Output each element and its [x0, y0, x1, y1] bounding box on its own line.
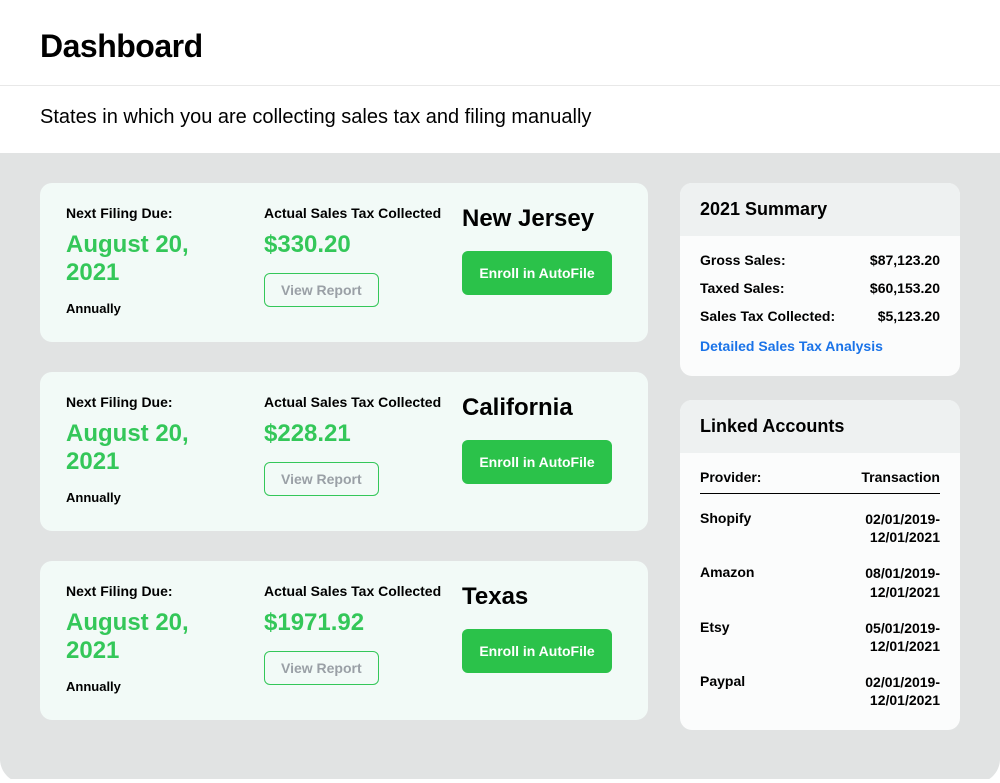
- collected-amount: $228.21: [264, 420, 444, 448]
- summary-label: Taxed Sales:: [700, 280, 785, 296]
- provider-name: Etsy: [700, 619, 730, 635]
- provider-name: Amazon: [700, 564, 754, 580]
- next-filing-block: Next Filing Due: August 20, 2021 Annuall…: [66, 205, 246, 316]
- collected-label: Actual Sales Tax Collected: [264, 394, 444, 410]
- summary-row: Taxed Sales: $60,153.20: [700, 280, 940, 296]
- linked-accounts-title: Linked Accounts: [680, 400, 960, 453]
- summary-body: Gross Sales: $87,123.20 Taxed Sales: $60…: [680, 236, 960, 376]
- head-transaction: Transaction: [861, 469, 940, 485]
- next-filing-block: Next Filing Due: August 20, 2021 Annuall…: [66, 583, 246, 694]
- state-action-block: Texas Enroll in AutoFile: [462, 583, 622, 673]
- transaction-range: 05/01/2019-12/01/2021: [865, 619, 940, 655]
- page-title: Dashboard: [40, 28, 960, 65]
- content-area: Next Filing Due: August 20, 2021 Annuall…: [0, 153, 1000, 779]
- filing-period: Annually: [66, 301, 246, 316]
- linked-row: Paypal 02/01/2019-12/01/2021: [700, 673, 940, 709]
- collected-label: Actual Sales Tax Collected: [264, 583, 444, 599]
- state-card-california: Next Filing Due: August 20, 2021 Annuall…: [40, 372, 648, 531]
- summary-label: Sales Tax Collected:: [700, 308, 835, 324]
- subtitle: States in which you are collecting sales…: [40, 106, 960, 129]
- next-filing-date: August 20, 2021: [66, 420, 246, 476]
- collected-block: Actual Sales Tax Collected $1971.92 View…: [264, 583, 444, 685]
- transaction-range: 02/01/2019-12/01/2021: [865, 510, 940, 546]
- collected-label: Actual Sales Tax Collected: [264, 205, 444, 221]
- state-card-texas: Next Filing Due: August 20, 2021 Annuall…: [40, 561, 648, 720]
- state-name: California: [462, 394, 622, 422]
- state-name: Texas: [462, 583, 622, 611]
- summary-title: 2021 Summary: [680, 183, 960, 236]
- summary-card: 2021 Summary Gross Sales: $87,123.20 Tax…: [680, 183, 960, 376]
- next-filing-date: August 20, 2021: [66, 609, 246, 665]
- next-filing-label: Next Filing Due:: [66, 583, 246, 599]
- state-name: New Jersey: [462, 205, 622, 233]
- next-filing-label: Next Filing Due:: [66, 205, 246, 221]
- transaction-range: 08/01/2019-12/01/2021: [865, 564, 940, 600]
- state-action-block: California Enroll in AutoFile: [462, 394, 622, 484]
- enroll-autofile-button[interactable]: Enroll in AutoFile: [462, 440, 612, 484]
- view-report-button[interactable]: View Report: [264, 273, 379, 307]
- linked-row: Etsy 05/01/2019-12/01/2021: [700, 619, 940, 655]
- collected-block: Actual Sales Tax Collected $228.21 View …: [264, 394, 444, 496]
- view-report-button[interactable]: View Report: [264, 462, 379, 496]
- collected-amount: $1971.92: [264, 609, 444, 637]
- provider-name: Paypal: [700, 673, 745, 689]
- summary-row: Sales Tax Collected: $5,123.20: [700, 308, 940, 324]
- next-filing-label: Next Filing Due:: [66, 394, 246, 410]
- state-card-new-jersey: Next Filing Due: August 20, 2021 Annuall…: [40, 183, 648, 342]
- detailed-analysis-link[interactable]: Detailed Sales Tax Analysis: [700, 338, 883, 354]
- linked-accounts-card: Linked Accounts Provider: Transaction Sh…: [680, 400, 960, 730]
- state-action-block: New Jersey Enroll in AutoFile: [462, 205, 622, 295]
- states-column: Next Filing Due: August 20, 2021 Annuall…: [40, 183, 648, 739]
- filing-period: Annually: [66, 490, 246, 505]
- summary-value: $60,153.20: [870, 280, 940, 296]
- head-provider: Provider:: [700, 469, 761, 485]
- next-filing-date: August 20, 2021: [66, 231, 246, 287]
- header: Dashboard: [0, 0, 1000, 86]
- linked-row: Amazon 08/01/2019-12/01/2021: [700, 564, 940, 600]
- linked-table-head: Provider: Transaction: [700, 469, 940, 494]
- provider-name: Shopify: [700, 510, 751, 526]
- collected-amount: $330.20: [264, 231, 444, 259]
- sidebar-column: 2021 Summary Gross Sales: $87,123.20 Tax…: [680, 183, 960, 739]
- app-window: Dashboard States in which you are collec…: [0, 0, 1000, 783]
- enroll-autofile-button[interactable]: Enroll in AutoFile: [462, 251, 612, 295]
- enroll-autofile-button[interactable]: Enroll in AutoFile: [462, 629, 612, 673]
- summary-value: $87,123.20: [870, 252, 940, 268]
- view-report-button[interactable]: View Report: [264, 651, 379, 685]
- summary-value: $5,123.20: [878, 308, 940, 324]
- subtitle-bar: States in which you are collecting sales…: [0, 86, 1000, 153]
- filing-period: Annually: [66, 679, 246, 694]
- linked-row: Shopify 02/01/2019-12/01/2021: [700, 510, 940, 546]
- next-filing-block: Next Filing Due: August 20, 2021 Annuall…: [66, 394, 246, 505]
- collected-block: Actual Sales Tax Collected $330.20 View …: [264, 205, 444, 307]
- summary-label: Gross Sales:: [700, 252, 786, 268]
- transaction-range: 02/01/2019-12/01/2021: [865, 673, 940, 709]
- linked-accounts-body: Provider: Transaction Shopify 02/01/2019…: [680, 453, 960, 730]
- summary-row: Gross Sales: $87,123.20: [700, 252, 940, 268]
